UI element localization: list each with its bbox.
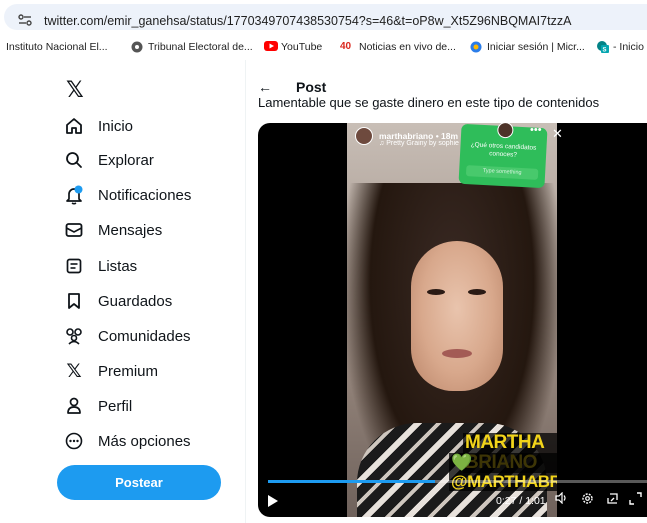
bookmark-tribunal[interactable]: Tribunal Electoral de... [131, 41, 253, 53]
video-frame: marthabriano • 18m ♫ Pretty Grainy by so… [347, 123, 557, 517]
bookmark-noticias[interactable]: 40 Noticias en vivo de... [340, 41, 456, 53]
globe-icon [131, 41, 143, 53]
video-player[interactable]: marthabriano • 18m ♫ Pretty Grainy by so… [258, 123, 647, 517]
bookmark-microsoft[interactable]: Iniciar sesión | Micr... [470, 41, 585, 53]
sidebar-item-explorar[interactable]: Explorar [64, 148, 154, 172]
video-subject-face [411, 241, 503, 391]
video-progress-fill [268, 480, 435, 483]
settings-icon[interactable] [581, 492, 594, 508]
story-header: marthabriano • 18m ♫ Pretty Grainy by so… [355, 127, 459, 147]
sidebar-item-label: Notificaciones [98, 186, 192, 204]
sidebar-item-label: Mensajes [98, 221, 163, 239]
x-premium-icon: 𝕏 [66, 360, 82, 382]
x-logo[interactable]: 𝕏 [66, 78, 84, 103]
address-bar: twitter.com/emir_ganehsa/status/17703497… [0, 0, 647, 32]
bookmark-label: Tribunal Electoral de... [148, 41, 253, 53]
list-icon [64, 256, 84, 276]
sidebar-item-label: Guardados [98, 292, 173, 310]
noticias-icon: 40 [340, 41, 352, 52]
sticker-question: ¿Qué otros candidatos conoces? [470, 141, 537, 159]
post-button[interactable]: Postear [57, 465, 221, 500]
bookmark-label: - Inicio [613, 41, 644, 53]
back-arrow-icon[interactable]: ← [258, 79, 272, 95]
url-text[interactable]: twitter.com/emir_ganehsa/status/17703497… [44, 14, 571, 28]
page-title: Post [296, 79, 327, 95]
communities-icon [64, 326, 84, 346]
eye-left [427, 289, 445, 295]
sidebar-item-mensajes[interactable]: Mensajes [64, 218, 162, 242]
svg-text:S: S [603, 48, 607, 54]
green-heart-icon: 💚 [451, 453, 472, 472]
sticker-answer: Type something [465, 165, 539, 180]
profile-icon [64, 396, 84, 416]
sidebar-item-label: Inicio [98, 117, 134, 135]
play-icon[interactable] [268, 495, 278, 507]
lips [442, 349, 472, 358]
sidebar-item-label: Comunidades [98, 327, 191, 345]
sidebar-item-label: Más opciones [98, 432, 191, 450]
search-icon [64, 150, 84, 170]
bookmark-youtube[interactable]: YouTube [264, 41, 322, 53]
avatar [355, 127, 373, 145]
story-close-icon: ✕ [552, 126, 563, 141]
picture-in-picture-icon[interactable] [606, 492, 619, 508]
sidebar-item-label: Explorar [98, 151, 154, 169]
sidebar-item-notificaciones[interactable]: Notificaciones [64, 183, 191, 207]
sidebar-item-comunidades[interactable]: Comunidades [64, 324, 191, 348]
bookmarks-bar: Instituto Nacional El... Tribunal Electo… [0, 34, 647, 60]
bookmark-label: Noticias en vivo de... [359, 41, 456, 53]
tweet-text: Lamentable que se gaste dinero en este t… [258, 97, 600, 110]
volume-icon[interactable] [555, 491, 568, 507]
url-field[interactable]: twitter.com/emir_ganehsa/status/17703497… [4, 4, 647, 30]
bookmark-label: Instituto Nacional El... [6, 41, 108, 53]
caption-handle: 💚@MARTHABRIANO [449, 453, 557, 491]
sidebar-nav: 𝕏 Inicio Explorar Notificaciones Mensaje… [0, 60, 245, 523]
bookmark-sharepoint[interactable]: S - Inicio [596, 41, 644, 54]
sidebar-item-guardados[interactable]: Guardados [64, 289, 172, 313]
sidebar-item-label: Premium [98, 362, 159, 380]
bell-icon [64, 185, 84, 205]
sidebar-item-mas-opciones[interactable]: Más opciones [64, 429, 191, 453]
sidebar-item-listas[interactable]: Listas [64, 254, 137, 278]
video-time: 0:27 / 1:01 [496, 495, 546, 507]
site-settings-icon[interactable] [18, 13, 32, 26]
bookmark-ine[interactable]: Instituto Nacional El... [6, 41, 108, 53]
story-more-icon: ••• [530, 124, 542, 136]
story-music: ♫ Pretty Grainy by sophie [379, 140, 459, 147]
sidebar-item-perfil[interactable]: Perfil [64, 394, 132, 418]
bookmark-label: Iniciar sesión | Micr... [487, 41, 585, 53]
sidebar-item-inicio[interactable]: Inicio [64, 114, 133, 138]
column-divider [245, 60, 246, 523]
more-icon [64, 431, 84, 451]
sidebar-item-premium[interactable]: 𝕏 Premium [64, 359, 158, 383]
video-progress-bar[interactable] [268, 480, 647, 483]
fullscreen-icon[interactable] [629, 492, 642, 508]
sidebar-item-label: Perfil [98, 397, 133, 415]
sharepoint-icon: S [596, 41, 609, 54]
microsoft-icon [470, 41, 482, 53]
home-icon [64, 116, 84, 136]
youtube-icon [264, 41, 278, 53]
bookmark-icon [64, 291, 84, 311]
eye-right [468, 289, 486, 295]
envelope-icon [64, 220, 84, 240]
sidebar-item-label: Listas [98, 257, 138, 275]
bookmark-label: YouTube [281, 41, 323, 53]
sticker-avatar [496, 123, 514, 139]
